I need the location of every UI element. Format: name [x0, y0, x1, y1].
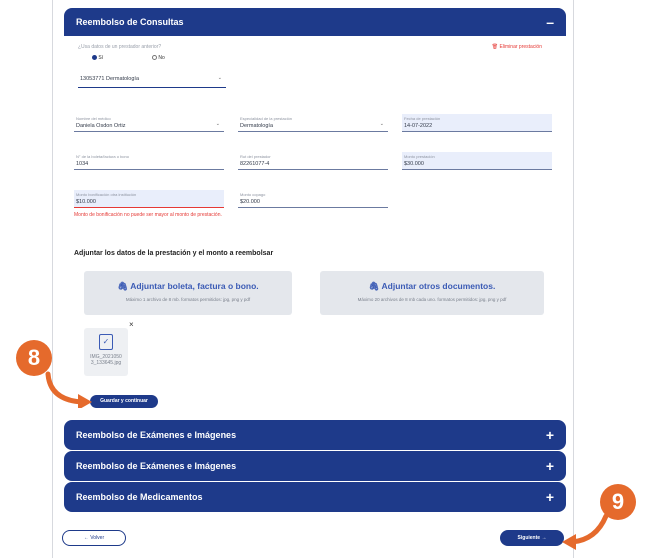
- especialidad-field[interactable]: Especialidad de la prestación Dermatolog…: [238, 114, 388, 132]
- medico-value: Daniela Osdon Ortiz: [76, 123, 126, 129]
- bonificacion-label: Monto bonificación otra institución: [76, 192, 137, 197]
- expand-icon[interactable]: +: [546, 451, 554, 481]
- upload-section-title: Adjuntar los datos de la prestación y el…: [74, 250, 274, 257]
- trash-icon: 🗑: [491, 44, 499, 50]
- accordion-consultas-header[interactable]: Reembolso de Consultas –: [64, 8, 566, 36]
- accordion-title: Reembolso de Medicamentos: [76, 492, 203, 502]
- accordion-consultas-body: ¿Usa datos de un prestador anterior? 🗑 E…: [64, 36, 566, 411]
- upload-otros-title: Adjuntar otros documentos.: [381, 281, 496, 291]
- upload-otros-hint: Máximo 20 archivos de 8 mb cada uno. for…: [357, 297, 507, 302]
- monto-value: $30.000: [404, 161, 424, 167]
- prestador-select[interactable]: 13053771 Dermatología ⌄: [78, 70, 226, 88]
- monto-label: Monto prestación: [404, 154, 435, 159]
- upload-boleta-title: Adjuntar boleta, factura o bono.: [130, 281, 259, 291]
- back-button[interactable]: ← Volver: [62, 530, 126, 546]
- boleta-label: N° de la boleta/factura o bono: [76, 154, 129, 159]
- accordion-title: Reembolso de Exámenes e Imágenes: [76, 461, 237, 471]
- boleta-field[interactable]: N° de la boleta/factura o bono 1034: [74, 152, 224, 170]
- medico-field[interactable]: Nombre del médico Daniela Osdon Ortiz ⌄: [74, 114, 224, 132]
- step-8-arrow: [45, 371, 92, 408]
- radio-unchecked-icon: [152, 55, 157, 61]
- radio-yes-label: Sí: [98, 55, 104, 61]
- expand-icon[interactable]: +: [546, 420, 554, 450]
- bonificacion-field[interactable]: Monto bonificación otra institución $10.…: [74, 190, 224, 208]
- file-check-icon: ✓: [99, 334, 113, 350]
- upload-otros-button[interactable]: 🖇 Adjuntar otros documentos. Máximo 20 a…: [320, 271, 544, 315]
- collapse-icon[interactable]: –: [546, 8, 554, 36]
- upload-boleta-hint: Máximo 1 archivo de 8 mb. formatos permi…: [125, 297, 251, 302]
- fecha-field[interactable]: Fecha de prestación 14-07-2022: [402, 114, 552, 132]
- chevron-down-icon: ⌄: [217, 75, 222, 81]
- paperclip-icon: 🖇: [117, 281, 131, 291]
- accordion-title: Reembolso de Exámenes e Imágenes: [76, 430, 237, 440]
- rut-field[interactable]: Rut del prestador 82261077-4: [238, 152, 388, 170]
- rut-value: 82261077-4: [240, 161, 270, 167]
- radio-checked-icon: [92, 55, 97, 61]
- step-9-arrow: [562, 513, 609, 550]
- especialidad-value: Dermatología: [240, 123, 274, 129]
- delete-link-label: Eliminar prestación: [499, 44, 542, 50]
- prestador-select-value: 13053771 Dermatología: [80, 76, 140, 82]
- fecha-label: Fecha de prestación: [404, 116, 441, 121]
- accordion-medicamentos-header[interactable]: Reembolso de Medicamentos +: [64, 482, 566, 512]
- fecha-value: 14-07-2022: [404, 123, 433, 129]
- bonificacion-value: $10.000: [76, 199, 96, 205]
- chevron-down-icon: ⌄: [215, 121, 220, 127]
- question-label: ¿Usa datos de un prestador anterior?: [78, 44, 162, 50]
- paperclip-icon: 🖇: [368, 281, 382, 291]
- accordion-examenes-2-header[interactable]: Reembolso de Exámenes e Imágenes +: [64, 451, 566, 481]
- chevron-down-icon: ⌄: [379, 121, 384, 127]
- remove-file-icon[interactable]: ×: [129, 320, 134, 329]
- especialidad-label: Especialidad de la prestación: [240, 116, 293, 121]
- expand-icon[interactable]: +: [546, 482, 554, 512]
- radio-yes[interactable]: Sí: [92, 55, 103, 61]
- upload-boleta-button[interactable]: 🖇 Adjuntar boleta, factura o bono. Máxim…: [84, 271, 292, 315]
- file-name-line2: 3_133645.jpg: [90, 360, 122, 366]
- monto-field[interactable]: Monto prestación $30.000: [402, 152, 552, 170]
- accordion-examenes-1-header[interactable]: Reembolso de Exámenes e Imágenes +: [64, 420, 566, 450]
- radio-no[interactable]: No: [152, 55, 165, 61]
- radio-no-label: No: [158, 55, 165, 61]
- copago-label: Monto copago: [240, 192, 266, 197]
- delete-link[interactable]: 🗑 Eliminar prestación: [492, 44, 542, 50]
- boleta-value: 1034: [76, 161, 89, 167]
- medico-label: Nombre del médico: [76, 116, 111, 121]
- copago-value: $20.000: [240, 199, 260, 205]
- next-button[interactable]: Siguiente →: [500, 530, 564, 546]
- copago-field[interactable]: Monto copago $20.000: [238, 190, 388, 208]
- bonificacion-error: Monto de bonificación no puede ser mayor…: [74, 212, 222, 218]
- rut-label: Rut del prestador: [240, 154, 271, 159]
- accordion-title: Reembolso de Consultas: [76, 17, 184, 27]
